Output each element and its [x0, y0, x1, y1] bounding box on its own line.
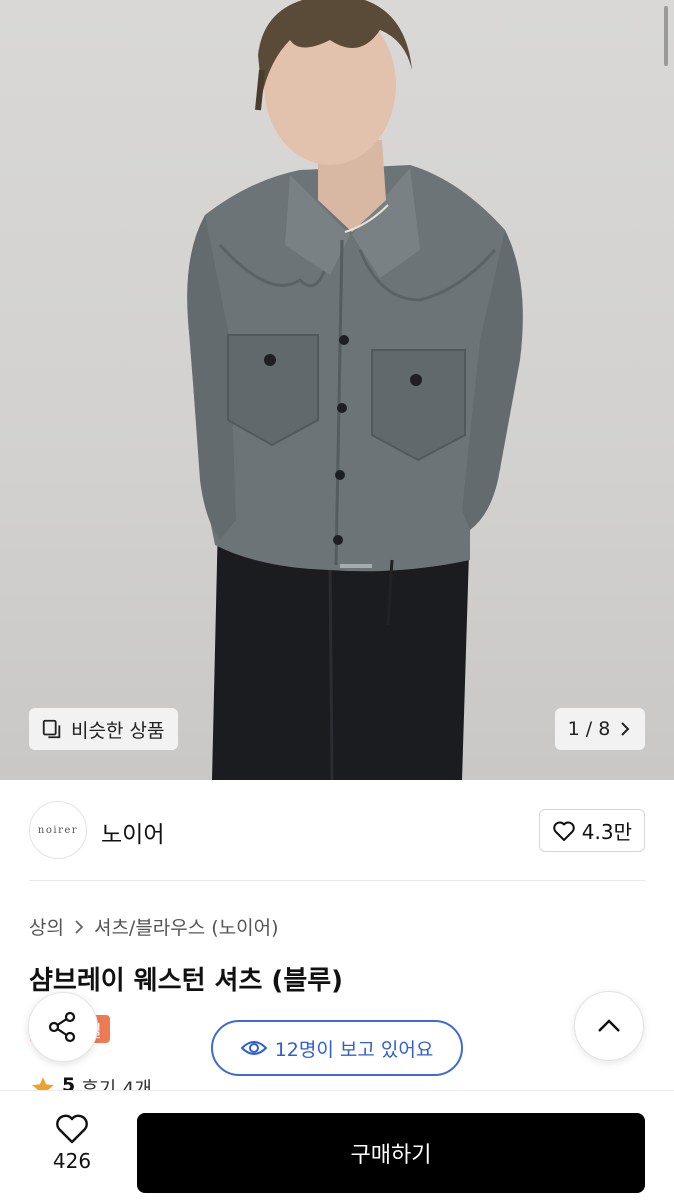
- brand-name[interactable]: 노이어: [101, 815, 164, 849]
- similar-products-icon: [42, 719, 61, 739]
- bottom-bar: 426 구매하기: [0, 1090, 674, 1200]
- product-image-carousel[interactable]: 비슷한 상품 1 / 8: [0, 0, 674, 780]
- buy-button[interactable]: 구매하기: [137, 1113, 645, 1193]
- image-pager[interactable]: 1 / 8: [555, 708, 645, 750]
- viewers-indicator: 12명이 보고 있어요: [211, 1020, 463, 1076]
- scrollbar[interactable]: [664, 6, 668, 66]
- wishlist-button[interactable]: 426: [36, 1113, 108, 1173]
- brand-logo[interactable]: noirer: [29, 801, 87, 859]
- buy-button-label: 구매하기: [350, 1143, 432, 1168]
- viewers-text: 12명이 보고 있어요: [274, 1038, 434, 1061]
- breadcrumb-category[interactable]: 상의: [29, 913, 64, 940]
- scroll-top-button[interactable]: [574, 991, 644, 1061]
- product-title: 샴브레이 웨스턴 셔츠 (블루): [29, 966, 344, 996]
- brand-logo-text: noirer: [37, 824, 79, 836]
- share-icon: [48, 1011, 76, 1043]
- product-photo: [187, 0, 523, 780]
- page-indicator: 1 / 8: [567, 718, 611, 740]
- wishlist-count: 426: [52, 1149, 92, 1173]
- heart-icon: [553, 821, 575, 841]
- brand-row: noirer 노이어 4.3만: [29, 801, 645, 859]
- similar-products-button[interactable]: 비슷한 상품: [29, 708, 179, 750]
- brand-like-count: 4.3만: [581, 820, 632, 844]
- chevron-up-icon: [598, 1019, 620, 1032]
- eye-icon: [240, 1041, 267, 1055]
- breadcrumb: 상의 셔츠/블라우스 (노이어): [29, 913, 279, 940]
- share-button[interactable]: [28, 992, 98, 1062]
- similar-products-label: 비슷한 상품: [71, 719, 165, 742]
- divider: [29, 880, 645, 881]
- chevron-right-icon: [621, 722, 630, 736]
- chevron-right-icon: [75, 919, 84, 934]
- heart-icon: [56, 1114, 88, 1144]
- breadcrumb-subcategory[interactable]: 셔츠/블라우스 (노이어): [94, 913, 279, 940]
- brand-like-button[interactable]: 4.3만: [538, 809, 645, 852]
